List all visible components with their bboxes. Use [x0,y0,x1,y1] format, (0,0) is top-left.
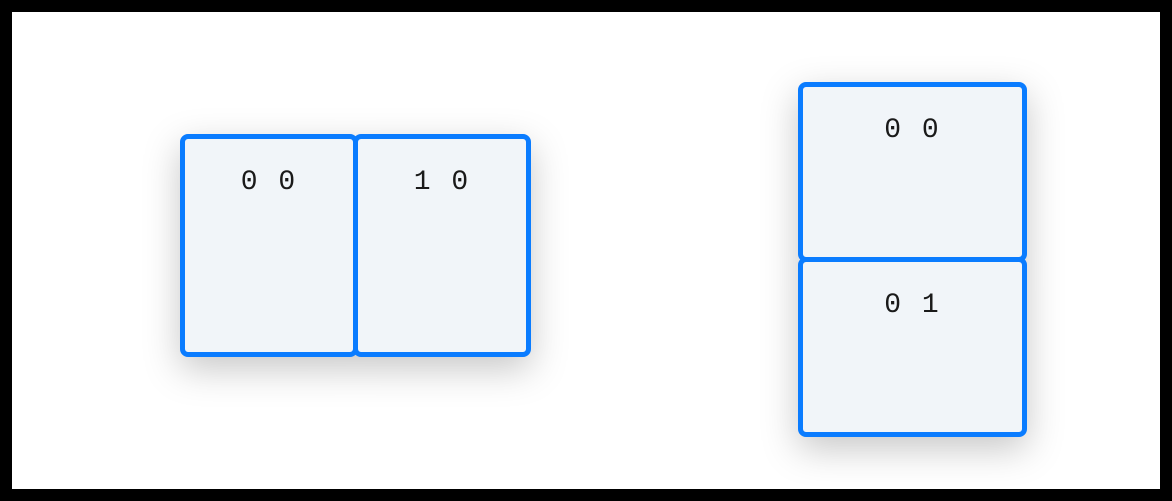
group-vertical: 0 0 0 1 [798,82,1027,437]
group-horizontal: 0 0 1 0 [180,134,531,357]
cell-label: 1 0 [414,167,470,198]
cell-h-1: 1 0 [353,134,531,357]
cell-v-0: 0 0 [798,82,1027,262]
cell-h-0: 0 0 [180,134,358,357]
cell-label: 0 1 [884,290,940,321]
cell-label: 0 0 [884,115,940,146]
diagram-canvas: 0 0 1 0 0 0 0 1 [12,12,1160,489]
cell-label: 0 0 [241,167,297,198]
cell-v-1: 0 1 [798,257,1027,437]
